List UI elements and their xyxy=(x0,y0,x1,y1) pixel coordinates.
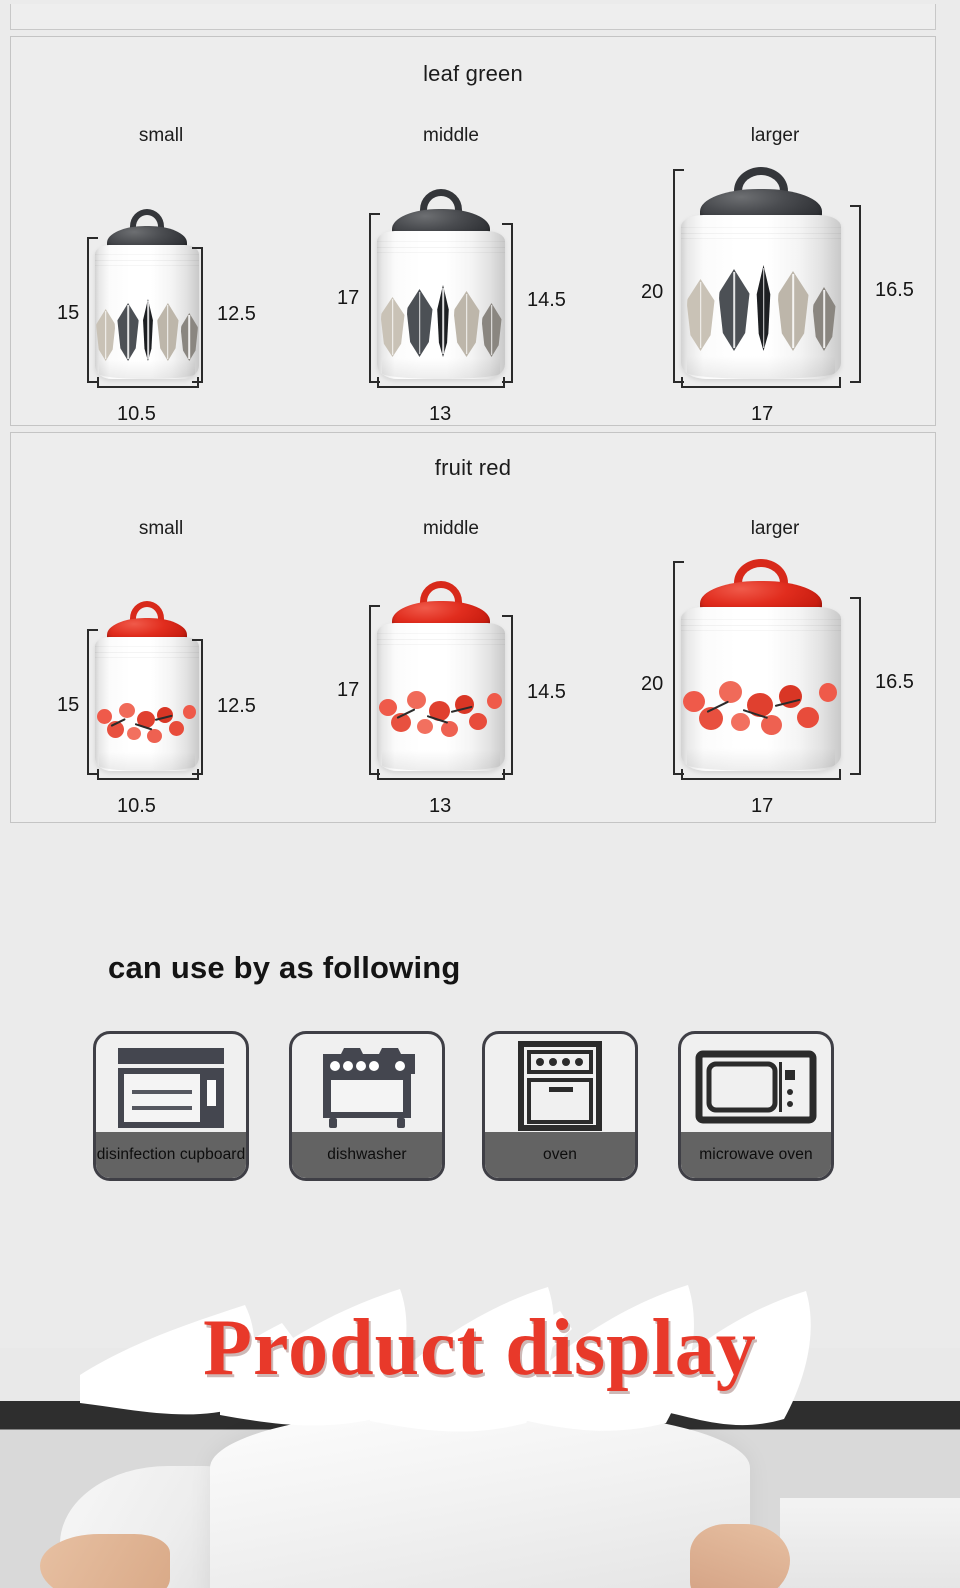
body-height-bracket xyxy=(850,597,861,775)
jar-image-leaf-green-middle xyxy=(377,189,505,379)
jar-size-label: larger xyxy=(750,518,800,539)
jar-body xyxy=(95,637,199,771)
body-height-value: 16.5 xyxy=(875,279,914,301)
width-bracket xyxy=(97,377,199,388)
usage-card-oven: oven xyxy=(482,1031,638,1181)
jar-spec-fruit-red-small: small 15 12.5 10.5 xyxy=(25,433,325,822)
photo-hand-right xyxy=(690,1524,790,1588)
jar-body xyxy=(377,231,505,379)
height-bracket xyxy=(87,629,98,775)
jar-spec-fruit-red-middle: middle 17 14.5 13 xyxy=(311,433,611,822)
microwave-oven-icon xyxy=(681,1034,831,1138)
width-bracket xyxy=(681,769,841,780)
width-bracket xyxy=(377,769,505,780)
jar-size-label: larger xyxy=(750,125,800,146)
jar-size-label: small xyxy=(138,125,184,146)
width-bracket xyxy=(377,377,505,388)
variant-panel-fruit-red: fruit red small 15 12.5 10.5 middle 17 1… xyxy=(10,432,936,823)
top-divider-strip xyxy=(10,4,936,30)
body-height-bracket xyxy=(850,205,861,383)
usage-card-label: oven xyxy=(485,1132,635,1178)
height-value: 20 xyxy=(641,281,664,303)
width-bracket xyxy=(97,769,199,780)
usage-icon-row: disinfection cupboard dishwasher oven mi… xyxy=(93,1031,868,1186)
dishwasher-icon xyxy=(292,1034,442,1138)
usage-card-label: dishwasher xyxy=(292,1132,442,1178)
width-value: 13 xyxy=(429,795,452,817)
jar-image-fruit-red-small xyxy=(95,601,199,771)
jar-image-leaf-green-small xyxy=(95,209,199,379)
jar-spec-leaf-green-middle: middle 17 14.5 13 xyxy=(311,37,611,425)
jar-size-label: middle xyxy=(423,518,479,539)
body-height-value: 12.5 xyxy=(217,695,256,717)
body-height-value: 14.5 xyxy=(527,681,566,703)
height-value: 15 xyxy=(57,302,80,324)
product-detail-page: leaf green small 15 12.5 10.5 middle 17 … xyxy=(0,0,960,1588)
usage-card-label: disinfection cupboard xyxy=(96,1132,246,1178)
oven-icon xyxy=(485,1034,635,1138)
body-height-bracket xyxy=(192,639,203,775)
jar-body xyxy=(681,607,841,771)
jar-image-leaf-green-larger xyxy=(681,167,841,379)
height-bracket xyxy=(369,605,380,775)
width-value: 17 xyxy=(751,403,774,425)
photo-person-shirt xyxy=(210,1408,750,1588)
usage-card-dishwasher: dishwasher xyxy=(289,1031,445,1181)
photo-hand-left xyxy=(40,1534,170,1588)
jar-spec-leaf-green-larger: larger 20 16.5 17 xyxy=(611,37,923,425)
height-value: 20 xyxy=(641,673,664,695)
jar-size-label: small xyxy=(138,518,184,539)
body-height-value: 14.5 xyxy=(527,289,566,311)
width-value: 10.5 xyxy=(117,403,156,425)
jar-body xyxy=(377,623,505,771)
jar-size-label: middle xyxy=(423,125,479,146)
jar-body xyxy=(681,215,841,379)
jar-image-fruit-red-larger xyxy=(681,559,841,771)
width-value: 10.5 xyxy=(117,795,156,817)
jar-spec-leaf-green-small: small 15 12.5 10.5 xyxy=(25,37,325,425)
height-bracket xyxy=(87,237,98,383)
body-height-bracket xyxy=(502,615,513,775)
width-value: 13 xyxy=(429,403,452,425)
width-bracket xyxy=(681,377,841,388)
height-bracket xyxy=(369,213,380,383)
usage-heading: can use by as following xyxy=(108,949,461,985)
usage-card-label: microwave oven xyxy=(681,1132,831,1178)
jar-image-fruit-red-middle xyxy=(377,581,505,771)
height-value: 15 xyxy=(57,694,80,716)
variant-panel-leaf-green: leaf green small 15 12.5 10.5 middle 17 … xyxy=(10,36,936,426)
height-value: 17 xyxy=(337,287,360,309)
height-bracket xyxy=(673,169,684,383)
jar-spec-fruit-red-larger: larger 20 16.5 17 xyxy=(611,433,923,822)
photo-counter xyxy=(780,1498,960,1588)
height-value: 17 xyxy=(337,679,360,701)
height-bracket xyxy=(673,561,684,775)
body-height-value: 12.5 xyxy=(217,303,256,325)
usage-card-disinfection-cupboard: disinfection cupboard xyxy=(93,1031,249,1181)
body-height-bracket xyxy=(502,223,513,383)
disinfection-cupboard-icon xyxy=(96,1034,246,1138)
jar-body xyxy=(95,245,199,379)
width-value: 17 xyxy=(751,795,774,817)
body-height-bracket xyxy=(192,247,203,383)
product-display-title: Product display xyxy=(203,1304,757,1392)
body-height-value: 16.5 xyxy=(875,671,914,693)
usage-card-microwave-oven: microwave oven xyxy=(678,1031,834,1181)
